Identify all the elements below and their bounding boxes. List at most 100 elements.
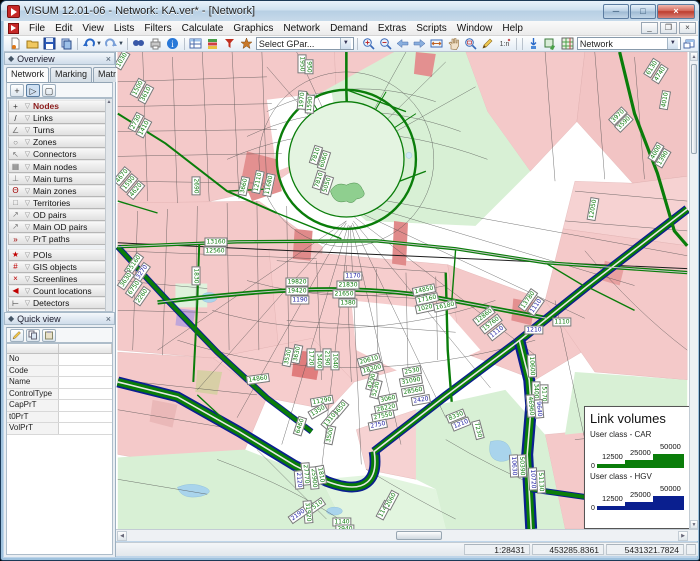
network-list-item-main-turns[interactable]: ⊥ ▽ Main turns [8,172,111,185]
overview-panel-header[interactable]: ◆ Overview × [4,52,115,65]
filter-icon[interactable]: ▽ [22,187,33,195]
network-list-item-connectors[interactable]: ↖ ▽ Connectors [8,148,111,161]
filter-icon[interactable]: ▽ [22,175,33,183]
network-list-item-toll-systems[interactable]: $ Toll systems [8,309,111,311]
gpar-icon[interactable] [239,37,255,51]
save-icon[interactable] [41,37,57,51]
new-window-icon[interactable] [682,37,698,51]
menu-item-extras[interactable]: Extras [373,22,411,35]
overview-close-icon[interactable]: × [106,54,111,64]
maximize-button[interactable]: □ [630,3,656,19]
quick-view-row-volprt[interactable]: VolPrT [7,423,112,435]
menu-item-demand[interactable]: Demand [325,22,373,35]
print-icon[interactable] [148,37,164,51]
paste-icon[interactable] [42,328,56,342]
network-list-item-links[interactable]: / ▽ Links [8,112,111,125]
attribute-value[interactable] [59,389,112,400]
undo-dropdown-icon[interactable]: ▼ [96,41,102,47]
menu-item-filters[interactable]: Filters [139,22,176,35]
attribute-value[interactable] [59,423,112,434]
network-list-item-main-od-pairs[interactable]: ↗ ▽ Main OD pairs [8,220,111,234]
undo-icon[interactable] [81,37,97,51]
network-list-item-screenlines[interactable]: × ▽ Screenlines [8,272,111,285]
attribute-value[interactable] [59,354,112,365]
minimize-button[interactable]: ─ [603,3,629,19]
quick-view-row-code[interactable]: Code [7,365,112,377]
filter-icon[interactable]: ▽ [22,126,33,134]
close-button[interactable]: × [657,3,695,19]
tab-marking[interactable]: Marking [50,67,93,82]
quick-view-close-icon[interactable]: × [106,314,111,324]
filter-icon[interactable]: ▽ [22,251,33,259]
title-bar[interactable]: VISUM 12.01-06 - Network: KA.ver* - [Net… [1,1,699,21]
quick-view-row-capprt[interactable]: CapPrT [7,400,112,412]
list-scrollbar[interactable]: ▲ [105,99,112,311]
filter-icon[interactable]: ▽ [22,287,33,295]
filter-icon[interactable]: ▽ [22,275,33,283]
network-list-item-pois[interactable]: ★ ▽ POIs [8,248,111,261]
menu-item-lists[interactable]: Lists [109,22,140,35]
gpar-combobox[interactable]: Select GPar... ▼ [255,37,354,50]
network-list-item-count-locations[interactable]: ◀ ▽ Count locations [8,284,111,297]
quick-view-row-t0prt[interactable]: t0PrT [7,411,112,423]
filter-icon[interactable]: ▽ [22,150,33,158]
menu-item-edit[interactable]: Edit [50,22,77,35]
insert-mode-icon[interactable]: + [10,83,24,97]
info-icon[interactable]: i [165,37,181,51]
zoom-window-icon[interactable] [463,37,479,51]
menu-item-graphics[interactable]: Graphics [228,22,278,35]
quick-view-header[interactable]: ◆ Quick view × [4,312,115,325]
menu-item-scripts[interactable]: Scripts [411,22,452,35]
network-map[interactable]: 1030 1950 950 1500 3610 2730 1410 1970 1590 7810 6… [116,52,698,529]
network-list-item-main-nodes[interactable]: ▦ ▽ Main nodes [8,160,111,173]
network-doc-icon[interactable] [8,22,19,34]
quick-view-row-name[interactable]: Name [7,377,112,389]
filter-icon[interactable]: ▽ [22,138,33,146]
copy-icon[interactable] [26,328,40,342]
filter-icon[interactable]: ▽ [22,263,33,271]
network-list-item-territories[interactable]: □ ▽ Territories [8,196,111,209]
new-file-icon[interactable] [7,37,23,51]
filter-icon[interactable]: ▽ [22,211,33,219]
attribute-value[interactable] [59,377,112,388]
redo-icon[interactable] [103,37,119,51]
filter-icon[interactable]: ▽ [22,102,33,110]
vertical-scrollbar[interactable]: ▲ ▼ [689,52,698,529]
open-file-icon[interactable] [24,37,40,51]
filter-icon[interactable]: ▽ [22,235,33,243]
filter-icon[interactable]: ▽ [22,163,33,171]
save-version-icon[interactable] [58,37,74,51]
quick-view-row-no[interactable]: No [7,354,112,366]
menu-item-file[interactable]: File [24,22,50,35]
network-list-item-od-pairs[interactable]: ↗ ▽ OD pairs [8,208,111,221]
menu-item-help[interactable]: Help [497,22,528,35]
filter-icon[interactable] [222,37,238,51]
attribute-value[interactable] [59,366,112,377]
attribute-value[interactable] [59,412,112,423]
network-list-item-nodes[interactable]: + ▽ Nodes [8,100,111,113]
network-combobox[interactable]: Network ▼ [576,37,681,50]
menu-item-window[interactable]: Window [452,22,498,35]
find-icon[interactable] [131,37,147,51]
zoom-out-icon[interactable] [378,37,394,51]
edit-graphic-icon[interactable] [480,37,496,51]
mdi-close-button[interactable]: × [679,22,696,34]
pan-icon[interactable] [446,37,462,51]
menu-item-calculate[interactable]: Calculate [177,22,229,35]
edit-attribute-icon[interactable] [10,328,24,342]
layers-icon[interactable] [205,37,221,51]
network-list-item-zones[interactable]: ○ ▽ Zones [8,136,111,149]
tab-network[interactable]: Network [6,67,50,82]
spatial-select-icon[interactable]: ▢ [42,83,56,97]
dock-pin-icon[interactable]: ◆ [8,314,14,323]
map-legend[interactable]: Link volumes User class - CAR 0 12500 25… [584,406,690,529]
fit-extents-icon[interactable] [429,37,445,51]
filter-icon[interactable]: ▽ [22,114,33,122]
select-mode-icon[interactable]: ▷ [26,83,40,97]
horizontal-scrollbar[interactable]: ◀ ▶ [116,529,698,541]
insert-node-icon[interactable] [526,37,542,51]
menu-item-view[interactable]: View [77,22,109,35]
mdi-minimize-button[interactable]: _ [641,22,658,34]
quick-view-row-controltype[interactable]: ControlType [7,388,112,400]
scale-icon[interactable]: 1:n [497,37,513,51]
